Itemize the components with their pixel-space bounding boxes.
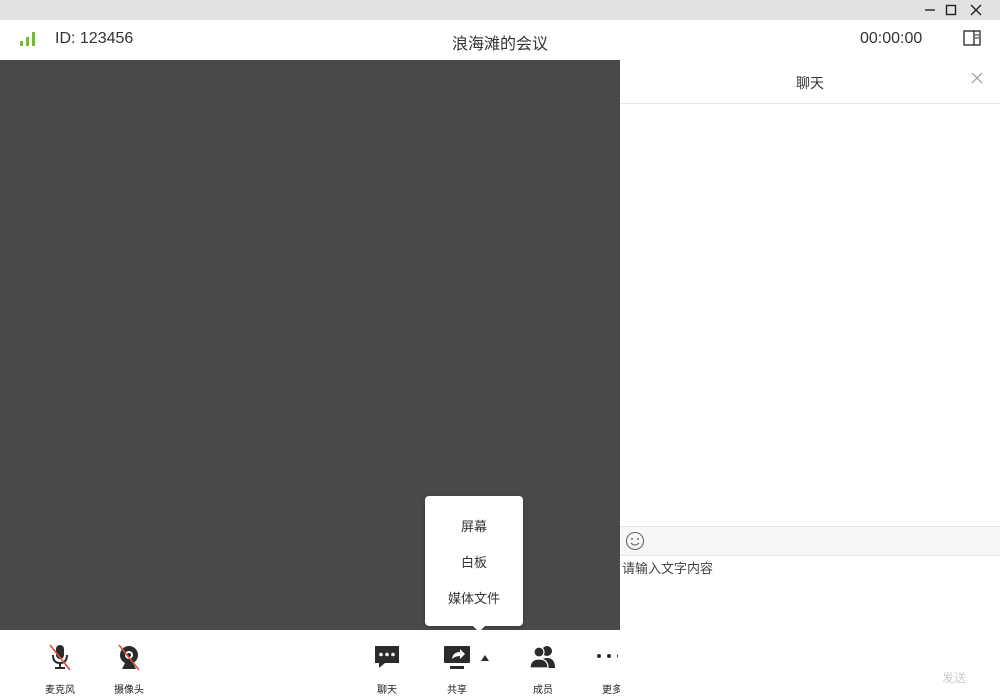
meeting-toolbar: 麦克风 摄像头 聊天 共享 成员 更多 <box>0 630 620 700</box>
meeting-id: ID: 123456 <box>55 30 134 47</box>
minimize-button[interactable] <box>922 2 938 18</box>
members-button[interactable]: 成员 <box>518 642 568 696</box>
chat-label: 聊天 <box>377 685 397 696</box>
share-whiteboard-option[interactable]: 白板 <box>425 552 523 571</box>
more-icon <box>597 654 618 658</box>
send-button[interactable]: 发送 <box>942 669 966 686</box>
share-button[interactable]: 共享 <box>432 642 482 696</box>
meeting-header: ID: 123456 浪海滩的会议 00:00:00 <box>0 20 1000 60</box>
more-label: 更多 <box>602 685 620 696</box>
chat-message-input[interactable] <box>620 556 1000 680</box>
share-menu: 屏幕 白板 媒体文件 <box>425 496 523 632</box>
chat-title: 聊天 <box>796 76 824 92</box>
members-label: 成员 <box>533 685 553 696</box>
close-icon <box>970 4 982 16</box>
share-label: 共享 <box>447 685 467 696</box>
signal-bars-icon <box>20 32 35 46</box>
minimize-icon <box>925 9 935 11</box>
maximize-icon <box>945 4 957 16</box>
video-area <box>0 60 620 630</box>
share-screen-icon <box>444 646 470 669</box>
maximize-button[interactable] <box>943 2 959 18</box>
close-window-button[interactable] <box>968 2 984 18</box>
camera-button[interactable]: 摄像头 <box>104 642 154 696</box>
chat-header: 聊天 <box>620 60 1000 104</box>
microphone-muted-icon <box>49 644 71 671</box>
microphone-button[interactable]: 麦克风 <box>35 642 85 696</box>
share-media-file-option[interactable]: 媒体文件 <box>425 588 523 607</box>
camera-off-icon <box>118 644 140 671</box>
camera-label: 摄像头 <box>114 685 144 696</box>
chat-button[interactable]: 聊天 <box>362 642 412 696</box>
microphone-label: 麦克风 <box>45 685 75 696</box>
chat-bubble-icon <box>375 646 399 668</box>
meeting-timer: 00:00:00 <box>860 30 923 47</box>
panel-layout-icon[interactable] <box>963 29 981 47</box>
close-icon[interactable] <box>971 72 983 84</box>
chat-message-list <box>620 104 1000 526</box>
emoji-icon[interactable] <box>625 531 645 551</box>
members-icon <box>529 646 555 669</box>
meeting-title: 浪海滩的会议 <box>451 34 548 53</box>
window-title-bar <box>0 0 1000 20</box>
chat-toolbar <box>620 526 1000 556</box>
chat-panel: 聊天 发送 <box>620 60 1000 700</box>
share-screen-option[interactable]: 屏幕 <box>425 516 523 535</box>
more-button[interactable]: 更多 <box>586 642 620 696</box>
caret-up-icon[interactable] <box>480 654 490 662</box>
